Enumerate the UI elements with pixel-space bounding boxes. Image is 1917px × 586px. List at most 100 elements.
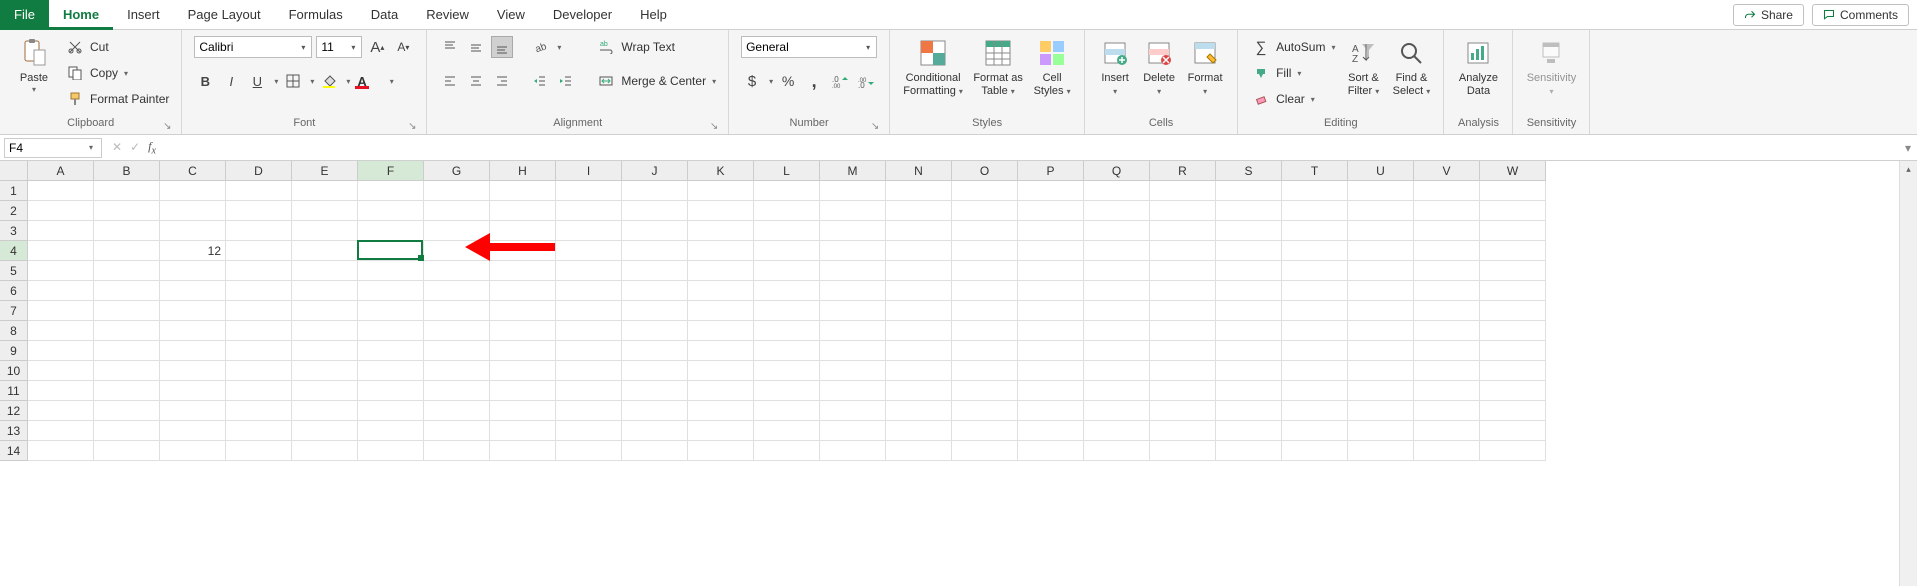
cell[interactable]: [1150, 361, 1216, 381]
cell[interactable]: [1216, 301, 1282, 321]
cell[interactable]: [424, 301, 490, 321]
cell[interactable]: [622, 401, 688, 421]
cell[interactable]: [1084, 261, 1150, 281]
cell[interactable]: [754, 221, 820, 241]
cell[interactable]: [358, 201, 424, 221]
cell[interactable]: [358, 421, 424, 441]
bold-button[interactable]: B: [194, 70, 216, 92]
copy-button[interactable]: [64, 62, 86, 84]
cell[interactable]: [622, 201, 688, 221]
cell[interactable]: [358, 381, 424, 401]
cell[interactable]: [490, 381, 556, 401]
cell[interactable]: [688, 301, 754, 321]
cell[interactable]: [688, 361, 754, 381]
cell[interactable]: [622, 441, 688, 461]
cell[interactable]: [820, 441, 886, 461]
cell[interactable]: [1414, 261, 1480, 281]
cell[interactable]: [1084, 181, 1150, 201]
column-header[interactable]: N: [886, 161, 952, 181]
row-header[interactable]: 9: [0, 341, 28, 361]
cell[interactable]: [1282, 201, 1348, 221]
column-header[interactable]: K: [688, 161, 754, 181]
name-box[interactable]: ▾: [4, 138, 102, 158]
cell[interactable]: [1216, 361, 1282, 381]
format-as-table-button[interactable]: Format as Table ▾: [968, 34, 1028, 98]
row-header[interactable]: 10: [0, 361, 28, 381]
share-button[interactable]: Share: [1733, 4, 1804, 26]
cell[interactable]: [424, 201, 490, 221]
cell[interactable]: [490, 221, 556, 241]
comments-button[interactable]: Comments: [1812, 4, 1909, 26]
cell[interactable]: [622, 241, 688, 261]
row-header[interactable]: 8: [0, 321, 28, 341]
cell[interactable]: [94, 241, 160, 261]
caret-icon[interactable]: ▾: [310, 77, 314, 86]
align-top-button[interactable]: [439, 36, 461, 58]
cell[interactable]: [1480, 181, 1546, 201]
row-header[interactable]: 1: [0, 181, 28, 201]
cell[interactable]: [1216, 421, 1282, 441]
cell[interactable]: [1414, 241, 1480, 261]
cell[interactable]: [688, 381, 754, 401]
cell[interactable]: [226, 301, 292, 321]
caret-icon[interactable]: ▾: [274, 77, 278, 86]
cell[interactable]: [556, 201, 622, 221]
cell[interactable]: [622, 301, 688, 321]
cell[interactable]: [886, 321, 952, 341]
align-right-button[interactable]: [491, 70, 513, 92]
caret-icon[interactable]: ▾: [345, 43, 361, 52]
column-header[interactable]: G: [424, 161, 490, 181]
cell[interactable]: [1018, 241, 1084, 261]
fill-label[interactable]: Fill: [1276, 66, 1291, 80]
cell[interactable]: [160, 341, 226, 361]
cell[interactable]: [1282, 341, 1348, 361]
name-box-input[interactable]: [5, 141, 83, 155]
column-header[interactable]: Q: [1084, 161, 1150, 181]
cell[interactable]: [688, 201, 754, 221]
accounting-format-button[interactable]: $: [741, 70, 763, 92]
cell[interactable]: [28, 221, 94, 241]
cell[interactable]: [1282, 221, 1348, 241]
tab-page-layout[interactable]: Page Layout: [174, 0, 275, 30]
cell[interactable]: [292, 281, 358, 301]
number-format-input[interactable]: [742, 37, 860, 57]
cell[interactable]: [754, 421, 820, 441]
cell[interactable]: [1084, 341, 1150, 361]
cell[interactable]: [1018, 261, 1084, 281]
cell[interactable]: [490, 341, 556, 361]
tab-review[interactable]: Review: [412, 0, 483, 30]
column-header[interactable]: B: [94, 161, 160, 181]
cell[interactable]: [1414, 221, 1480, 241]
cell[interactable]: [292, 241, 358, 261]
column-header[interactable]: O: [952, 161, 1018, 181]
cell[interactable]: [94, 381, 160, 401]
cell[interactable]: [1414, 441, 1480, 461]
fill-color-button[interactable]: [318, 70, 340, 92]
cell[interactable]: [358, 441, 424, 461]
cell[interactable]: [1480, 401, 1546, 421]
percent-format-button[interactable]: %: [777, 70, 799, 92]
cell[interactable]: [1348, 241, 1414, 261]
cell[interactable]: [1282, 361, 1348, 381]
cell[interactable]: [556, 341, 622, 361]
cell[interactable]: [556, 261, 622, 281]
cell[interactable]: [160, 201, 226, 221]
cell[interactable]: [1150, 401, 1216, 421]
font-size-input[interactable]: [317, 37, 345, 57]
cell[interactable]: [1348, 261, 1414, 281]
cell[interactable]: [1216, 221, 1282, 241]
cell[interactable]: [1084, 321, 1150, 341]
cell[interactable]: [226, 401, 292, 421]
column-header[interactable]: P: [1018, 161, 1084, 181]
cell[interactable]: [1216, 401, 1282, 421]
wrap-text-label[interactable]: Wrap Text: [621, 40, 675, 54]
cell[interactable]: [94, 181, 160, 201]
cell[interactable]: [94, 341, 160, 361]
cell[interactable]: [1480, 261, 1546, 281]
cell[interactable]: [1216, 201, 1282, 221]
format-painter-button[interactable]: [64, 88, 86, 110]
cell[interactable]: [358, 221, 424, 241]
cell[interactable]: [424, 421, 490, 441]
cell[interactable]: [952, 381, 1018, 401]
cell[interactable]: [1414, 281, 1480, 301]
